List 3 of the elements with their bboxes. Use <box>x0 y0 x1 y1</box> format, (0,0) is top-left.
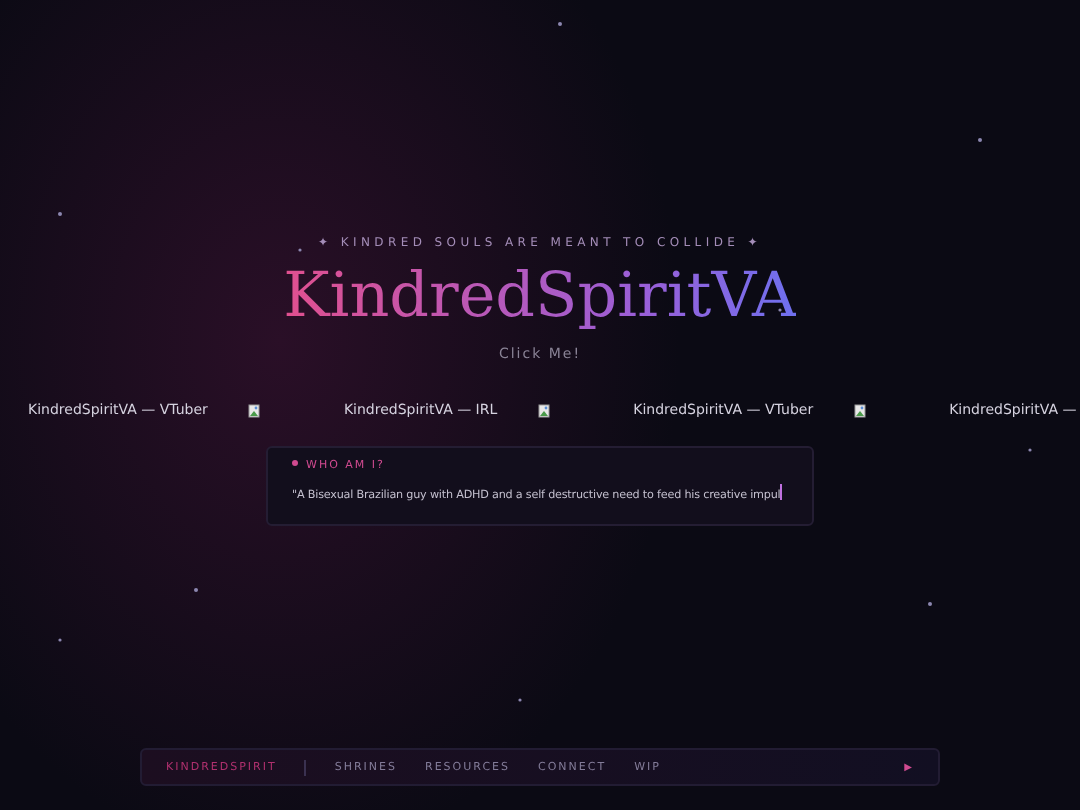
broken-image-icon <box>853 403 866 417</box>
broken-image-icon <box>247 403 260 417</box>
broken-image-icon <box>537 403 550 417</box>
